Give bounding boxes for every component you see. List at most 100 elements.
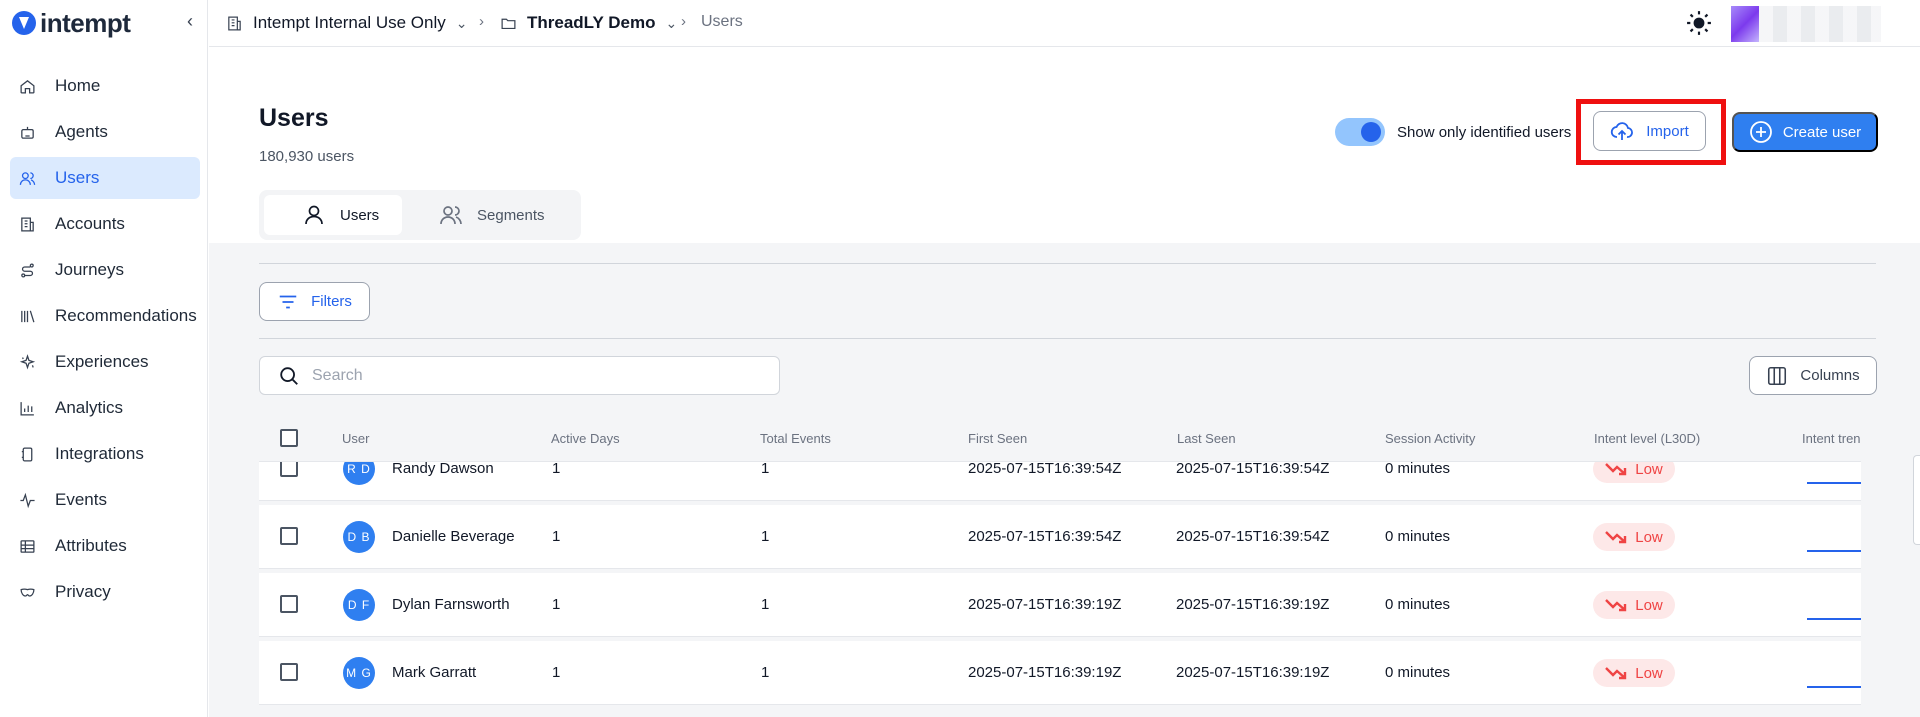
import-button[interactable]: Import <box>1593 111 1706 151</box>
sidebar-item-users[interactable]: Users <box>10 157 200 199</box>
cloud-upload-icon <box>1611 122 1634 140</box>
column-header-total-events[interactable]: Total Events <box>760 431 831 446</box>
search-input[interactable] <box>312 366 752 385</box>
total-events: 1 <box>761 664 770 681</box>
sidebar-item-agents[interactable]: Agents <box>10 111 200 153</box>
avatar <box>1731 6 1759 42</box>
sidebar-item-home[interactable]: Home <box>10 65 200 107</box>
users-icon <box>440 206 462 225</box>
users-icon <box>18 169 36 187</box>
intent-level: Low <box>1635 528 1663 546</box>
row-checkbox[interactable] <box>280 595 298 613</box>
robot-icon <box>18 123 36 141</box>
avatar: D F <box>343 589 375 621</box>
users-table: R D Randy Dawson 1 1 2025-07-15T16:39:54… <box>259 415 1861 717</box>
collapse-sidebar-button[interactable]: ‹ <box>180 11 200 33</box>
tab-segments[interactable]: Segments <box>439 195 569 235</box>
user-name[interactable]: Randy Dawson <box>392 460 494 477</box>
first-seen: 2025-07-15T16:39:19Z <box>968 664 1122 681</box>
column-header-session-activity[interactable]: Session Activity <box>1385 431 1475 446</box>
intent-level: Low <box>1635 596 1663 614</box>
column-header-last-seen[interactable]: Last Seen <box>1177 431 1236 446</box>
column-header-intent-level[interactable]: Intent level (L30D) <box>1594 431 1700 446</box>
divider <box>259 263 1876 264</box>
brand-logo[interactable]: intempt <box>12 8 131 38</box>
columns-icon <box>1768 366 1787 385</box>
breadcrumb-project[interactable]: ThreadLY Demo ⌄ <box>500 12 677 34</box>
route-icon <box>18 261 36 279</box>
intent-trend-sparkline <box>1807 550 1861 552</box>
create-user-button-label: Create user <box>1782 123 1862 141</box>
table-row[interactable]: D F Dylan Farnsworth 1 1 2025-07-15T16:3… <box>259 573 1861 637</box>
building-icon <box>228 16 241 30</box>
mask-icon <box>18 583 36 601</box>
total-events: 1 <box>761 528 770 545</box>
trend-down-icon <box>1605 531 1627 544</box>
sidebar-item-label: Journeys <box>55 260 124 279</box>
row-checkbox[interactable] <box>280 527 298 545</box>
sidebar-item-attributes[interactable]: Attributes <box>10 525 200 567</box>
session-activity: 0 minutes <box>1385 528 1451 545</box>
filters-button[interactable]: Filters <box>259 282 370 321</box>
table-header: User Active Days Total Events First Seen… <box>259 415 1861 462</box>
last-seen: 2025-07-15T16:39:19Z <box>1176 664 1330 681</box>
breadcrumb-org[interactable]: Intempt Internal Use Only ⌄ <box>226 12 468 34</box>
avatar: M G <box>343 657 375 689</box>
sidebar-item-privacy[interactable]: Privacy <box>10 571 200 613</box>
folder-icon <box>501 18 516 29</box>
sidebar-item-recommendations[interactable]: Recommendations <box>10 295 200 337</box>
intent-level: Low <box>1635 460 1663 478</box>
intent-trend-sparkline <box>1807 686 1861 688</box>
plug-icon <box>18 445 36 463</box>
sidebar-item-experiences[interactable]: Experiences <box>10 341 200 383</box>
breadcrumb-separator-icon: › <box>479 13 484 30</box>
identified-users-toggle[interactable] <box>1335 118 1385 146</box>
user-name[interactable]: Mark Garratt <box>392 664 476 681</box>
sidebar-item-label: Events <box>55 490 107 509</box>
scroll-handle[interactable] <box>1913 455 1920 545</box>
first-seen: 2025-07-15T16:39:19Z <box>968 596 1122 613</box>
identified-users-toggle-label: Show only identified users <box>1397 123 1572 141</box>
column-header-user[interactable]: User <box>342 431 369 446</box>
first-seen: 2025-07-15T16:39:54Z <box>968 460 1122 477</box>
sidebar: intempt ‹ Home Agents Users Accounts Jou… <box>0 0 208 717</box>
table-row[interactable]: M G Mark Garratt 1 1 2025-07-15T16:39:19… <box>259 641 1861 705</box>
table-row[interactable]: D B Danielle Beverage 1 1 2025-07-15T16:… <box>259 505 1861 569</box>
create-user-button[interactable]: Create user <box>1732 112 1878 152</box>
trend-down-icon <box>1605 667 1627 680</box>
tab-users[interactable]: Users <box>264 195 402 235</box>
view-tabs: Users Segments <box>259 190 581 240</box>
last-seen: 2025-07-15T16:39:19Z <box>1176 596 1330 613</box>
column-header-active-days[interactable]: Active Days <box>551 431 620 446</box>
trend-down-icon <box>1605 463 1627 476</box>
user-icon <box>305 205 323 225</box>
sidebar-item-analytics[interactable]: Analytics <box>10 387 200 429</box>
breadcrumb-current: Users <box>701 13 743 30</box>
sidebar-item-label: Experiences <box>55 352 149 371</box>
sidebar-item-label: Users <box>55 168 100 187</box>
sidebar-item-label: Integrations <box>55 444 144 463</box>
tab-label: Segments <box>477 206 545 224</box>
session-activity: 0 minutes <box>1385 460 1451 477</box>
sidebar-item-accounts[interactable]: Accounts <box>10 203 200 245</box>
sidebar-item-journeys[interactable]: Journeys <box>10 249 200 291</box>
columns-button[interactable]: Columns <box>1749 356 1877 395</box>
sidebar-item-events[interactable]: Events <box>10 479 200 521</box>
chevron-down-icon: ⌄ <box>665 14 678 31</box>
user-profile-menu[interactable] <box>1731 6 1881 42</box>
column-header-first-seen[interactable]: First Seen <box>968 431 1027 446</box>
sidebar-item-integrations[interactable]: Integrations <box>10 433 200 475</box>
total-events: 1 <box>761 460 770 477</box>
sidebar-nav: Home Agents Users Accounts Journeys Reco… <box>10 65 200 617</box>
import-button-label: Import <box>1646 122 1689 140</box>
sidebar-item-label: Attributes <box>55 536 127 555</box>
sun-icon[interactable] <box>1686 10 1712 36</box>
intent-badge: Low <box>1593 659 1675 687</box>
intent-badge: Low <box>1593 523 1675 551</box>
user-name[interactable]: Dylan Farnsworth <box>392 596 510 613</box>
tab-label: Users <box>340 206 380 224</box>
user-name[interactable]: Danielle Beverage <box>392 528 515 545</box>
select-all-checkbox[interactable] <box>280 429 298 447</box>
column-header-intent-trend[interactable]: Intent trend <box>1802 431 1861 446</box>
row-checkbox[interactable] <box>280 663 298 681</box>
